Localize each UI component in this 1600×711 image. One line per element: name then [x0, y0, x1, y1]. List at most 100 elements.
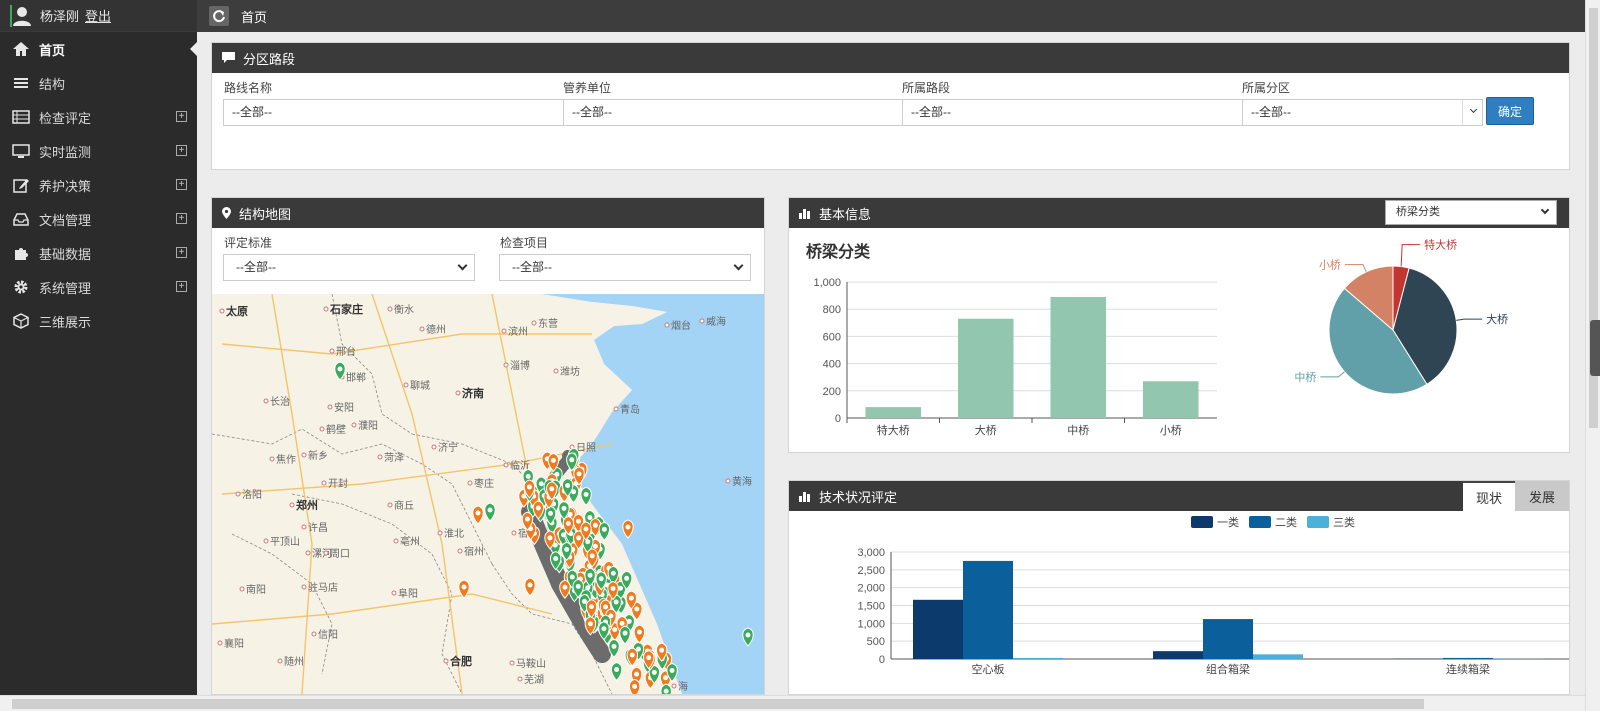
sidebar-item-1[interactable]: 首页 — [0, 32, 197, 66]
sidebar-item-4[interactable]: 实时监测 + — [0, 134, 197, 168]
map-marker-dot — [636, 629, 642, 635]
city-label: 济宁 — [438, 441, 458, 454]
city-dot — [235, 491, 241, 497]
gear-icon — [12, 278, 30, 296]
legend-swatch[interactable] — [1191, 516, 1213, 528]
y-tick-label: 800 — [823, 304, 841, 316]
map-marker-dot — [583, 526, 589, 532]
highway-line — [371, 294, 463, 694]
chevron-down-icon — [1462, 100, 1482, 125]
expand-icon[interactable]: + — [176, 111, 187, 122]
tab-development[interactable]: 发展 — [1515, 481, 1569, 511]
structure-map[interactable]: 太原 石家庄 衡水 德州 滨州 东营 烟台 威海 邢台 邯郸 聊城 淄博 潍坊 长治 安阳 济南 青岛 鹤壁 濮阳焦… — [212, 294, 764, 694]
confirm-button[interactable]: 确定 — [1486, 97, 1534, 125]
bar[interactable] — [963, 560, 1013, 659]
map-canvas[interactable]: 太原 石家庄 衡水德州 滨州东营 烟台 威海邢台邯郸聊城 淄博 潍坊长治 安阳 济南青岛鹤壁 濮阳焦… — [212, 294, 764, 694]
expand-icon[interactable]: + — [176, 281, 187, 292]
horizontal-scrollbar[interactable] — [0, 695, 1585, 711]
expand-icon[interactable]: + — [176, 145, 187, 156]
bar[interactable] — [1050, 296, 1107, 418]
city-label: 新乡 — [308, 449, 328, 462]
map-marker-dot — [575, 583, 581, 589]
map-marker-dot — [550, 457, 556, 463]
city-dot — [277, 658, 283, 664]
expand-icon[interactable]: + — [176, 247, 187, 258]
sidebar-item-5[interactable]: 养护决策 + — [0, 168, 197, 202]
bridge-category-select[interactable]: 桥梁分类 — [1385, 200, 1557, 225]
bar[interactable] — [1143, 381, 1199, 418]
city-dot — [301, 452, 307, 458]
city-label: 德州 — [426, 323, 446, 336]
y-tick-label: 1,500 — [857, 601, 885, 613]
bar[interactable] — [1203, 619, 1253, 659]
x-tick-label: 组合箱梁 — [1206, 662, 1250, 676]
route-name-select[interactable]: --全部-- — [223, 99, 564, 126]
filter-panel-title: 分区路段 — [243, 51, 296, 67]
inspection-item-value: --全部-- — [512, 260, 552, 274]
city-dot — [327, 404, 333, 410]
map-marker-dot — [549, 486, 555, 492]
maintenance-unit-select[interactable]: --全部-- — [563, 99, 903, 126]
bar[interactable] — [1443, 657, 1493, 659]
city-label: 周口 — [330, 548, 350, 560]
sidebar-item-label: 文档管理 — [39, 212, 92, 228]
inspection-item-label: 检查项目 — [500, 236, 549, 250]
tech-status-chart: 一类 二类 三类 0 500 1,000 1,500 2,000 2,500 3,000 空心板 组合… — [857, 515, 1569, 676]
map-marker-dot — [581, 598, 587, 604]
expand-icon[interactable]: + — [176, 213, 187, 224]
sidebar-item-9[interactable]: 三维展示 — [0, 304, 197, 338]
sidebar: 杨泽刚 登出 首页 结构 检查评定 + 实时监测 + 养护决策 + 文档管理 + 基础数据 + 系统管理… — [0, 0, 197, 711]
sidebar-item-3[interactable]: 检查评定 + — [0, 100, 197, 134]
y-tick-label: 0 — [835, 413, 841, 425]
map-marker-dot — [547, 535, 553, 541]
city-label: 濮阳 — [358, 419, 378, 432]
city-dot — [301, 584, 307, 590]
legend-swatch[interactable] — [1249, 516, 1271, 528]
city-dot — [443, 658, 449, 664]
bar[interactable] — [1253, 654, 1303, 659]
rating-standard-select[interactable]: --全部-- — [223, 254, 475, 281]
legend-label: 二类 — [1275, 515, 1297, 529]
bar[interactable] — [865, 407, 922, 418]
map-marker-dot — [601, 526, 607, 532]
map-marker-dot — [622, 630, 628, 636]
map-marker-dot — [651, 669, 657, 675]
expand-icon[interactable]: + — [176, 179, 187, 190]
legend-swatch[interactable] — [1307, 516, 1329, 528]
bar[interactable] — [913, 599, 963, 659]
horizontal-scrollbar-thumb[interactable] — [12, 699, 1424, 709]
tab-current[interactable]: 现状 — [1463, 481, 1515, 511]
x-tick-label: 特大桥 — [877, 423, 910, 437]
sidebar-item-7[interactable]: 基础数据 + — [0, 236, 197, 270]
sidebar-item-6[interactable]: 文档管理 + — [0, 202, 197, 236]
map-marker-dot — [619, 620, 625, 626]
sidebar-item-8[interactable]: 系统管理 + — [0, 270, 197, 304]
city-label: 许昌 — [308, 522, 328, 534]
district-select[interactable]: --全部-- — [1242, 99, 1483, 126]
city-dot — [419, 326, 425, 332]
vertical-scrollbar[interactable] — [1585, 0, 1600, 711]
city-dot — [377, 454, 383, 460]
inspection-item-select[interactable]: --全部-- — [499, 254, 751, 281]
basic-info-title: 基本信息 — [819, 206, 872, 222]
pie-label-line — [1400, 244, 1421, 267]
cube-icon — [12, 312, 30, 330]
logout-link[interactable]: 登出 — [85, 6, 111, 25]
road-section-select[interactable]: --全部-- — [902, 99, 1243, 126]
sidebar-item-label: 检查评定 — [39, 110, 92, 126]
map-marker-dot — [553, 556, 559, 562]
side-drawer-handle[interactable] — [1590, 320, 1600, 376]
x-tick-label: 小桥 — [1160, 424, 1182, 437]
filter-panel: 分区路段 路线名称 管养单位 所属路段 所属分区 --全部-- --全部-- -… — [211, 42, 1570, 170]
refresh-icon[interactable] — [209, 6, 229, 26]
map-panel-header: 结构地图 — [212, 198, 764, 228]
sidebar-item-2[interactable]: 结构 — [0, 66, 197, 100]
bar[interactable] — [958, 318, 1014, 418]
map-marker-dot — [576, 471, 582, 477]
map-marker-dot — [629, 652, 635, 658]
bar[interactable] — [1013, 657, 1063, 659]
y-tick-label: 2,500 — [857, 565, 885, 577]
bar[interactable] — [1153, 651, 1203, 659]
city-dot — [403, 382, 409, 388]
city-dot — [391, 590, 397, 596]
